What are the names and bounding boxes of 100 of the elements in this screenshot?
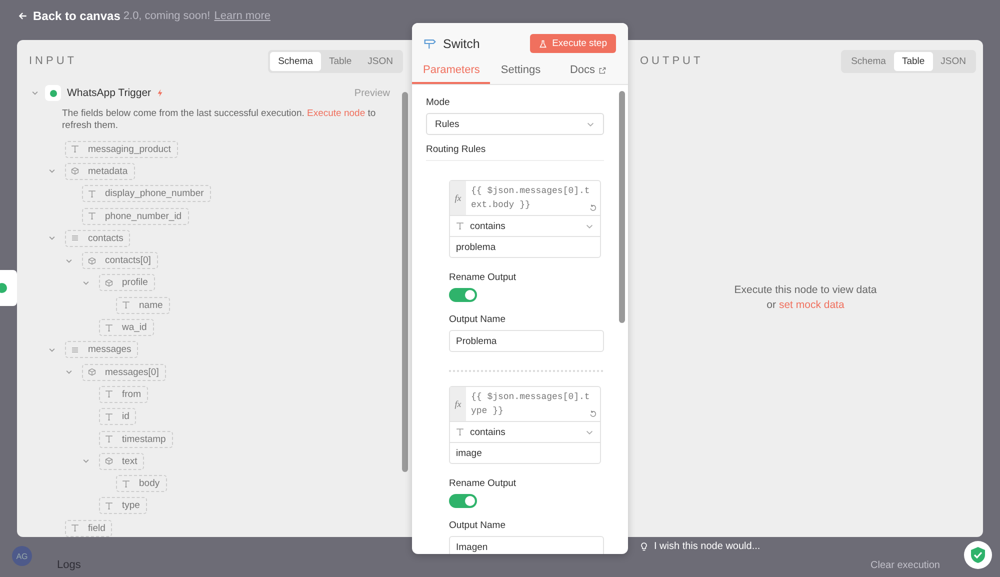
banner-text: 2.0, coming soon!	[123, 10, 210, 22]
field-pill[interactable]: id	[99, 408, 136, 426]
field-pill[interactable]: contacts[0]	[82, 252, 158, 270]
text-type-icon	[122, 480, 130, 488]
text-type-icon	[456, 222, 464, 230]
execute-node-link[interactable]: Execute node	[307, 108, 366, 119]
field-pill[interactable]: name	[116, 296, 170, 314]
list-icon	[71, 346, 79, 354]
node-name: WhatsApp Trigger	[67, 87, 152, 99]
empty-message: or	[766, 299, 776, 311]
field-pill[interactable]: phone_number_id	[82, 208, 189, 225]
field-pill[interactable]: field	[65, 520, 112, 537]
operator-select[interactable]: contains	[450, 216, 600, 237]
view-tab[interactable]: Table	[320, 52, 360, 70]
view-tab[interactable]: Table	[894, 52, 933, 70]
chevron-down-icon[interactable]	[65, 256, 73, 265]
cube-icon	[105, 278, 113, 287]
field-pill[interactable]: messaging_product	[65, 140, 178, 158]
external-link-icon	[599, 66, 606, 74]
lightbulb-icon	[640, 542, 648, 552]
learn-more-link[interactable]: Learn more	[214, 10, 270, 22]
chat-bubble-icon	[0, 283, 7, 293]
panel-title: OUTPUT	[640, 55, 704, 67]
view-tab[interactable]: JSON	[360, 52, 401, 70]
field-pill[interactable]: messages	[65, 341, 138, 358]
text-type-icon	[105, 412, 113, 421]
mode-select[interactable]: Rules	[426, 113, 604, 135]
view-tab[interactable]: Schema	[270, 52, 321, 70]
field-label: Output Name	[449, 520, 506, 531]
text-type-icon	[71, 145, 79, 154]
empty-message: Execute this node to view data	[734, 284, 877, 296]
expression-field[interactable]: {{ $json.messages[0].text.body }}	[466, 181, 600, 215]
chat-bubble-icon	[45, 85, 61, 101]
reset-icon[interactable]	[589, 204, 597, 212]
set-mock-data-link[interactable]: set mock data	[778, 299, 844, 311]
output-name-field[interactable]: Problema	[449, 330, 604, 352]
text-type-icon	[88, 190, 96, 198]
panel-tab[interactable]: Settings	[490, 59, 551, 84]
execute-step-button[interactable]: Execute step	[530, 34, 616, 53]
rename-output-toggle[interactable]	[449, 288, 477, 302]
expression-mode-label: fx	[450, 387, 466, 421]
text-type-icon	[88, 212, 96, 220]
field-pill[interactable]: from	[99, 386, 148, 403]
field-label: Rename Output	[449, 478, 518, 489]
field-pill[interactable]: type	[99, 497, 147, 514]
field-pill[interactable]: display_phone_number	[82, 185, 211, 202]
operator-select[interactable]: contains	[450, 422, 600, 443]
chevron-down-icon[interactable]	[48, 346, 56, 354]
text-type-icon	[122, 301, 130, 310]
field-pill[interactable]: timestamp	[99, 430, 173, 448]
notice-text: The fields below come from the last successful execution. Execute node to refresh them.	[62, 108, 377, 132]
shield-check-icon[interactable]	[964, 541, 992, 569]
chevron-down-icon[interactable]	[65, 368, 73, 376]
text-type-icon	[105, 502, 113, 510]
expression-field[interactable]: {{ $json.messages[0].type }}	[466, 387, 600, 421]
expression-mode-label: fx	[450, 181, 466, 215]
cube-icon	[88, 368, 96, 376]
field-pill[interactable]: profile	[99, 274, 155, 292]
list-icon	[71, 234, 79, 242]
flask-icon	[539, 40, 548, 48]
chevron-down-icon[interactable]	[31, 89, 39, 97]
back-to-canvas-button[interactable]: Back to canvas	[18, 9, 120, 23]
field-pill[interactable]: metadata	[65, 162, 135, 180]
panel-tab[interactable]: Parameters	[412, 59, 490, 84]
reset-icon[interactable]	[589, 410, 597, 418]
cube-icon	[105, 457, 113, 466]
view-tab[interactable]: JSON	[932, 52, 974, 70]
cube-icon	[88, 256, 96, 265]
logs-label[interactable]: Logs	[57, 559, 81, 571]
text-type-icon	[71, 524, 79, 532]
chevron-down-icon[interactable]	[82, 457, 90, 466]
canvas-node[interactable]	[0, 270, 17, 306]
text-type-icon	[456, 428, 464, 436]
rename-output-toggle[interactable]	[449, 494, 477, 508]
chevron-down-icon[interactable]	[48, 167, 56, 176]
clear-execution-button[interactable]: Clear execution	[870, 560, 940, 571]
chevron-down-icon[interactable]	[48, 234, 56, 242]
text-type-icon	[105, 435, 113, 443]
field-pill[interactable]: messages[0]	[82, 364, 166, 381]
field-pill[interactable]: contacts	[65, 230, 130, 247]
cube-icon	[71, 167, 79, 176]
arrow-left-icon	[18, 11, 28, 21]
field-pill[interactable]: wa_id	[99, 319, 154, 336]
text-type-icon	[105, 390, 113, 398]
field-label: Rename Output	[449, 272, 518, 283]
field-label: Output Name	[449, 314, 506, 325]
value-field[interactable]: problema	[450, 237, 600, 257]
value-field[interactable]: image	[450, 443, 600, 463]
field-pill[interactable]: body	[116, 475, 167, 492]
field-pill[interactable]: text	[99, 452, 144, 470]
output-name-field[interactable]: Imagen	[449, 536, 604, 554]
field-label: Mode	[426, 97, 451, 108]
section-label: Routing Rules	[426, 144, 604, 161]
panel-title: INPUT	[29, 55, 77, 67]
lightning-icon	[157, 89, 164, 97]
user-avatar[interactable]: AG	[12, 546, 32, 566]
view-tab[interactable]: Schema	[843, 52, 894, 70]
feedback-prompt[interactable]: I wish this node would...	[654, 541, 760, 552]
panel-tab[interactable]: Docs	[558, 59, 616, 84]
chevron-down-icon[interactable]	[82, 278, 90, 287]
